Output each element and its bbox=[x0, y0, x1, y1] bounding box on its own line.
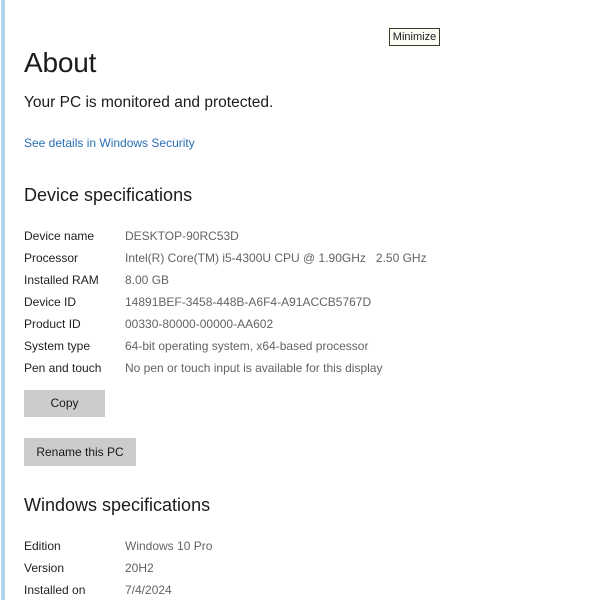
spec-value: 00330-80000-00000-AA602 bbox=[125, 317, 274, 331]
table-row: Product ID 00330-80000-00000-AA602 bbox=[24, 313, 544, 335]
spec-label: Product ID bbox=[24, 317, 81, 331]
spec-label: Installed on bbox=[24, 583, 86, 597]
table-row: System type 64-bit operating system, x64-… bbox=[24, 335, 544, 357]
spec-value: No pen or touch input is available for t… bbox=[125, 361, 383, 375]
table-row: Pen and touch No pen or touch input is av… bbox=[24, 357, 544, 379]
page-title: About bbox=[24, 47, 97, 78]
spec-value: DESKTOP-90RC53D bbox=[125, 229, 239, 243]
spec-label: System type bbox=[24, 339, 91, 353]
spec-label: Edition bbox=[24, 539, 61, 553]
spec-label: Version bbox=[24, 561, 65, 575]
spec-value: 64-bit operating system, x64-based proce… bbox=[125, 339, 369, 353]
see-details-in-windows-security-link[interactable]: See details in Windows Security bbox=[24, 136, 195, 150]
table-row: Version 20H2 bbox=[24, 557, 544, 579]
spec-value: 7/4/2024 bbox=[125, 583, 172, 597]
table-row: Edition Windows 10 Pro bbox=[24, 535, 544, 557]
spec-label: Device ID bbox=[24, 295, 77, 309]
windows-specifications-heading: Windows specifications bbox=[24, 495, 211, 515]
spec-value: Windows 10 Pro bbox=[125, 539, 213, 553]
table-row: Processor Intel(R) Core(TM) i5-4300U CPU … bbox=[24, 247, 544, 269]
spec-label: Processor bbox=[24, 251, 79, 265]
windows-specifications-table: Edition Windows 10 Pro Version 20H2 Instal… bbox=[24, 535, 544, 601]
minimize-button[interactable]: Minimize bbox=[389, 28, 440, 46]
copy-button[interactable]: Copy bbox=[24, 390, 105, 417]
protection-status-text: Your PC is monitored and protected. bbox=[24, 94, 274, 111]
about-settings-page: Minimize About Your PC is monitored and … bbox=[0, 0, 605, 600]
device-specifications-table: Device name DESKTOP-90RC53D Processor Inte… bbox=[24, 225, 544, 379]
spec-value: 14891BEF-3458-448B-A6F4-A91ACCB5767D bbox=[125, 295, 372, 309]
spec-label: Device name bbox=[24, 229, 95, 243]
spec-label: Installed RAM bbox=[24, 273, 99, 287]
spec-value: Intel(R) Core(TM) i5-4300U CPU @ 1.90GHz… bbox=[125, 251, 427, 265]
table-row: Installed RAM 8.00 GB bbox=[24, 269, 544, 291]
spec-value: 20H2 bbox=[125, 561, 154, 575]
table-row: Installed on 7/4/2024 bbox=[24, 579, 544, 601]
rename-this-pc-button[interactable]: Rename this PC bbox=[24, 438, 136, 466]
table-row: Device name DESKTOP-90RC53D bbox=[24, 225, 544, 247]
device-specifications-heading: Device specifications bbox=[24, 185, 193, 205]
spec-value: 8.00 GB bbox=[125, 273, 170, 287]
table-row: Device ID 14891BEF-3458-448B-A6F4-A91ACCB… bbox=[24, 291, 544, 313]
spec-label: Pen and touch bbox=[24, 361, 102, 375]
